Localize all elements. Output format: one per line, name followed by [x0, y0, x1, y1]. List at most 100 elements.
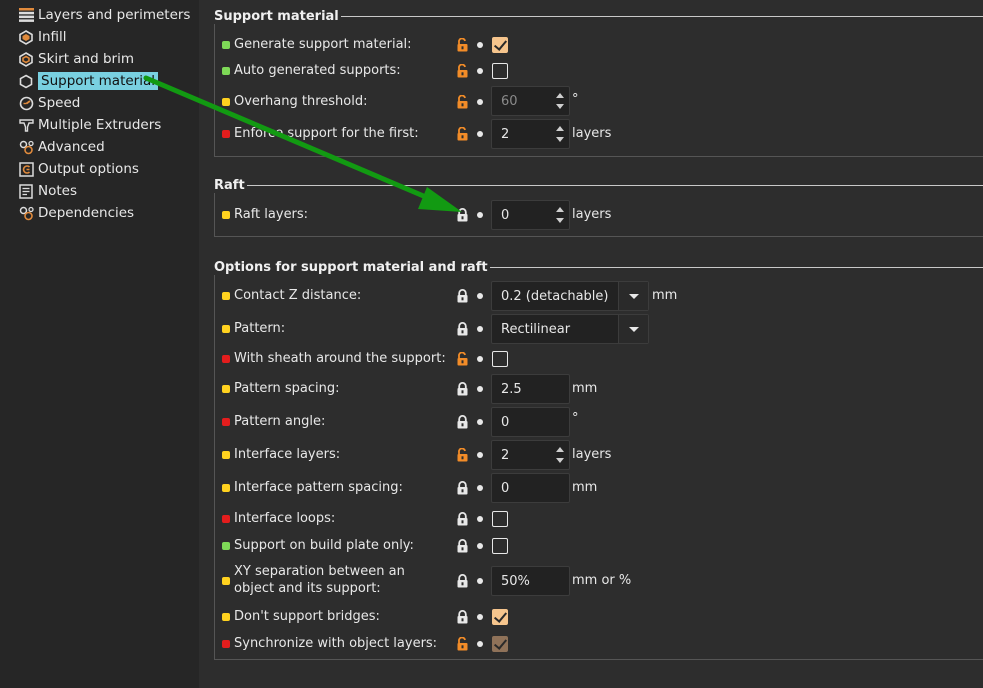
unlocked-icon[interactable]	[456, 95, 469, 109]
sidebar-item-label: Support material	[38, 72, 159, 90]
setting-label: Pattern:	[234, 321, 286, 336]
generate-support-checkbox[interactable]	[492, 37, 508, 53]
status-dot-simple	[222, 41, 230, 49]
interface-loops-checkbox[interactable]	[492, 511, 508, 527]
sidebar-item-speed[interactable]: Speed	[18, 93, 83, 113]
setting-label: With sheath around the support:	[234, 351, 446, 366]
pattern-angle-input[interactable]: 0	[491, 407, 570, 437]
sidebar-item-label: Output options	[38, 161, 139, 177]
spinner-arrows[interactable]	[551, 87, 569, 115]
sidebar-item-label: Notes	[38, 183, 77, 199]
value-bullet	[477, 485, 483, 491]
sidebar-item-layers[interactable]: Layers and perimeters	[18, 5, 193, 25]
build-plate-only-checkbox[interactable]	[492, 538, 508, 554]
status-dot-expert	[222, 515, 230, 523]
sidebar-item-extruders[interactable]: Multiple Extruders	[18, 115, 164, 135]
unlocked-icon[interactable]	[456, 127, 469, 141]
overhang-threshold-spinner[interactable]: 60	[491, 86, 570, 116]
lock-icon[interactable]	[456, 415, 469, 429]
sheath-checkbox[interactable]	[492, 351, 508, 367]
status-dot-advanced	[222, 98, 230, 106]
input-value: 50%	[501, 574, 530, 589]
sidebar-item-notes[interactable]: Notes	[18, 181, 80, 201]
sidebar-item-advanced[interactable]: Advanced	[18, 137, 108, 157]
raft-group-title: Raft	[214, 178, 247, 193]
value-bullet	[477, 452, 483, 458]
extruder-icon	[18, 117, 34, 133]
unlocked-icon[interactable]	[456, 448, 469, 462]
advanced-icon	[18, 139, 34, 155]
sidebar-item-infill[interactable]: Infill	[18, 27, 70, 47]
spinner-value: 0	[501, 208, 510, 223]
sidebar-item-label: Multiple Extruders	[38, 117, 162, 133]
lock-icon[interactable]	[456, 208, 469, 222]
sidebar-item-support[interactable]: Support material	[18, 71, 159, 91]
pattern-select[interactable]: Rectilinear	[491, 314, 649, 344]
lock-icon[interactable]	[456, 322, 469, 336]
lock-icon[interactable]	[456, 610, 469, 624]
sync-object-layers-checkbox[interactable]	[492, 636, 508, 652]
unlocked-icon[interactable]	[456, 637, 469, 651]
status-dot-expert	[222, 130, 230, 138]
lock-icon[interactable]	[456, 539, 469, 553]
lock-icon[interactable]	[456, 382, 469, 396]
spinner-arrows[interactable]	[551, 201, 569, 229]
sidebar: Layers and perimeters Infill Skirt and b…	[0, 0, 199, 688]
notes-icon	[18, 183, 34, 199]
status-dot-expert	[222, 418, 230, 426]
unlocked-icon[interactable]	[456, 352, 469, 366]
spinner-arrows[interactable]	[551, 120, 569, 148]
lock-icon[interactable]	[456, 289, 469, 303]
status-dot-advanced	[222, 484, 230, 492]
value-bullet	[477, 212, 483, 218]
value-bullet	[477, 356, 483, 362]
unit-label: °	[572, 92, 579, 107]
sidebar-item-skirt[interactable]: Skirt and brim	[18, 49, 137, 69]
lock-icon[interactable]	[456, 512, 469, 526]
speed-icon	[18, 95, 34, 111]
raft-group-line	[214, 185, 983, 186]
chevron-down-icon[interactable]	[618, 282, 648, 310]
pattern-spacing-input[interactable]: 2.5	[491, 374, 570, 404]
status-dot-advanced	[222, 385, 230, 393]
raft-layers-spinner[interactable]: 0	[491, 200, 570, 230]
unlocked-icon[interactable]	[456, 64, 469, 78]
sidebar-item-label: Infill	[38, 29, 67, 45]
sidebar-item-label: Dependencies	[38, 205, 135, 221]
status-dot-advanced	[222, 211, 230, 219]
spinner-arrows[interactable]	[551, 441, 569, 469]
spinner-value: 60	[501, 94, 518, 109]
status-dot-advanced	[222, 292, 230, 300]
dont-support-bridges-checkbox[interactable]	[492, 609, 508, 625]
value-bullet	[477, 543, 483, 549]
unlocked-icon[interactable]	[456, 38, 469, 52]
options-group-title: Options for support material and raft	[214, 260, 490, 275]
sidebar-item-dependencies[interactable]: Dependencies	[18, 203, 137, 223]
infill-icon	[18, 29, 34, 45]
status-dot-expert	[222, 640, 230, 648]
enforce-support-spinner[interactable]: 2	[491, 119, 570, 149]
auto-supports-checkbox[interactable]	[492, 63, 508, 79]
interface-layers-spinner[interactable]: 2	[491, 440, 570, 470]
sidebar-item-output[interactable]: Output options	[18, 159, 142, 179]
unit-label: mm	[652, 288, 678, 303]
value-bullet	[477, 68, 483, 74]
spinner-value: 2	[501, 127, 510, 142]
setting-label: Interface loops:	[234, 511, 336, 526]
contact-z-select[interactable]: 0.2 (detachable)	[491, 281, 649, 311]
status-dot-advanced	[222, 451, 230, 459]
chevron-down-icon[interactable]	[618, 315, 648, 343]
setting-label: Pattern angle:	[234, 414, 326, 429]
interface-spacing-input[interactable]: 0	[491, 473, 570, 503]
unit-label: layers	[572, 126, 612, 141]
value-bullet	[477, 578, 483, 584]
support-group-title: Support material	[214, 9, 341, 24]
setting-label-line1: XY separation between an	[234, 564, 405, 579]
value-bullet	[477, 42, 483, 48]
lock-icon[interactable]	[456, 574, 469, 588]
value-bullet	[477, 326, 483, 332]
sidebar-item-label: Layers and perimeters	[38, 7, 191, 23]
xy-separation-input[interactable]: 50%	[491, 566, 570, 596]
lock-icon[interactable]	[456, 481, 469, 495]
unit-label: mm	[572, 381, 598, 396]
